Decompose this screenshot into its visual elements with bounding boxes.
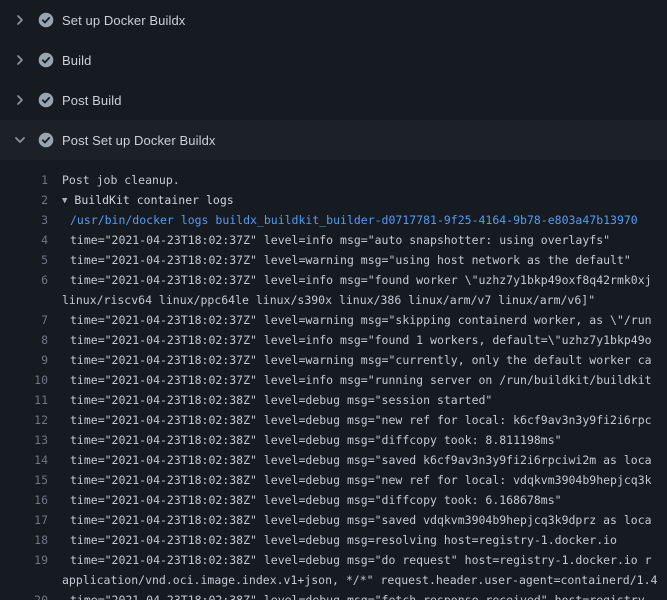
chevron-right-icon[interactable] bbox=[12, 52, 28, 68]
line-number[interactable]: 9 bbox=[0, 350, 62, 370]
log-line: 16time="2021-04-23T18:02:38Z" level=debu… bbox=[0, 490, 667, 510]
line-number[interactable]: 2 bbox=[0, 190, 62, 210]
log-text: linux/riscv64 linux/ppc64le linux/s390x … bbox=[62, 290, 667, 310]
log-text: time="2021-04-23T18:02:37Z" level=info m… bbox=[62, 230, 667, 250]
log-line: 8time="2021-04-23T18:02:37Z" level=info … bbox=[0, 330, 667, 350]
log-group-header[interactable]: ▼ BuildKit container logs bbox=[62, 190, 667, 210]
line-number[interactable]: 17 bbox=[0, 510, 62, 530]
step-title: Post Set up Docker Buildx bbox=[62, 133, 216, 148]
log-line: 13time="2021-04-23T18:02:38Z" level=debu… bbox=[0, 430, 667, 450]
log-text: time="2021-04-23T18:02:38Z" level=debug … bbox=[62, 470, 667, 490]
log-line: 18time="2021-04-23T18:02:38Z" level=debu… bbox=[0, 530, 667, 550]
log-text: time="2021-04-23T18:02:38Z" level=debug … bbox=[62, 550, 667, 570]
log-line: 6time="2021-04-23T18:02:37Z" level=info … bbox=[0, 270, 667, 290]
log-area: 1Post job cleanup.2▼ BuildKit container l… bbox=[0, 160, 667, 600]
check-circle-icon bbox=[38, 132, 54, 148]
line-number[interactable]: 7 bbox=[0, 310, 62, 330]
log-line: application/vnd.oci.image.index.v1+json,… bbox=[0, 570, 667, 590]
line-number[interactable]: 16 bbox=[0, 490, 62, 510]
line-number[interactable]: 10 bbox=[0, 370, 62, 390]
step-section[interactable]: Set up Docker Buildx bbox=[0, 0, 667, 40]
log-text: time="2021-04-23T18:02:37Z" level=warnin… bbox=[62, 250, 667, 270]
line-number bbox=[0, 570, 62, 590]
log-line: 19time="2021-04-23T18:02:38Z" level=debu… bbox=[0, 550, 667, 570]
step-section[interactable]: Build bbox=[0, 40, 667, 80]
line-number[interactable]: 3 bbox=[0, 210, 62, 230]
line-number[interactable]: 4 bbox=[0, 230, 62, 250]
line-number[interactable]: 20 bbox=[0, 590, 62, 600]
log-text: time="2021-04-23T18:02:38Z" level=debug … bbox=[62, 590, 667, 600]
line-number[interactable]: 15 bbox=[0, 470, 62, 490]
log-text: Post job cleanup. bbox=[62, 170, 667, 190]
log-group-label: BuildKit container logs bbox=[74, 193, 233, 207]
log-line: 5time="2021-04-23T18:02:37Z" level=warni… bbox=[0, 250, 667, 270]
log-line: linux/riscv64 linux/ppc64le linux/s390x … bbox=[0, 290, 667, 310]
log-text: time="2021-04-23T18:02:38Z" level=debug … bbox=[62, 450, 667, 470]
log-text: time="2021-04-23T18:02:37Z" level=info m… bbox=[62, 330, 667, 350]
log-text: time="2021-04-23T18:02:38Z" level=debug … bbox=[62, 390, 667, 410]
step-section[interactable]: Post Build bbox=[0, 80, 667, 120]
line-number[interactable]: 5 bbox=[0, 250, 62, 270]
log-line: 20time="2021-04-23T18:02:38Z" level=debu… bbox=[0, 590, 667, 600]
log-line: 9time="2021-04-23T18:02:37Z" level=warni… bbox=[0, 350, 667, 370]
line-number bbox=[0, 290, 62, 310]
line-number[interactable]: 12 bbox=[0, 410, 62, 430]
line-number[interactable]: 8 bbox=[0, 330, 62, 350]
line-number[interactable]: 13 bbox=[0, 430, 62, 450]
step-section-list: Set up Docker Buildx Build Post Build Post … bbox=[0, 0, 667, 160]
log-line: 4time="2021-04-23T18:02:37Z" level=info … bbox=[0, 230, 667, 250]
log-line: 14time="2021-04-23T18:02:38Z" level=debu… bbox=[0, 450, 667, 470]
line-number[interactable]: 6 bbox=[0, 270, 62, 290]
chevron-down-icon[interactable] bbox=[12, 132, 28, 148]
log-text: time="2021-04-23T18:02:38Z" level=debug … bbox=[62, 490, 667, 510]
triangle-down-icon[interactable]: ▼ bbox=[62, 191, 67, 210]
line-number[interactable]: 19 bbox=[0, 550, 62, 570]
step-title: Set up Docker Buildx bbox=[62, 13, 185, 28]
line-number[interactable]: 11 bbox=[0, 390, 62, 410]
log-text: time="2021-04-23T18:02:37Z" level=warnin… bbox=[62, 310, 667, 330]
log-line: 2▼ BuildKit container logs bbox=[0, 190, 667, 210]
log-line: 12time="2021-04-23T18:02:38Z" level=debu… bbox=[0, 410, 667, 430]
log-text: time="2021-04-23T18:02:37Z" level=warnin… bbox=[62, 350, 667, 370]
step-title: Post Build bbox=[62, 93, 122, 108]
step-section[interactable]: Post Set up Docker Buildx bbox=[0, 120, 667, 160]
actions-log-viewer: Set up Docker Buildx Build Post Build Post … bbox=[0, 0, 667, 600]
log-line: 15time="2021-04-23T18:02:38Z" level=debu… bbox=[0, 470, 667, 490]
log-text: application/vnd.oci.image.index.v1+json,… bbox=[62, 570, 667, 590]
step-title: Build bbox=[62, 53, 91, 68]
check-circle-icon bbox=[38, 92, 54, 108]
line-number[interactable]: 18 bbox=[0, 530, 62, 550]
log-line: 11time="2021-04-23T18:02:38Z" level=debu… bbox=[0, 390, 667, 410]
line-number[interactable]: 14 bbox=[0, 450, 62, 470]
check-circle-icon bbox=[38, 12, 54, 28]
log-text: time="2021-04-23T18:02:38Z" level=debug … bbox=[62, 430, 667, 450]
log-command-text: /usr/bin/docker logs buildx_buildkit_bui… bbox=[62, 210, 667, 230]
log-line: 3/usr/bin/docker logs buildx_buildkit_bu… bbox=[0, 210, 667, 230]
log-text: time="2021-04-23T18:02:38Z" level=debug … bbox=[62, 510, 667, 530]
chevron-right-icon[interactable] bbox=[12, 92, 28, 108]
log-text: time="2021-04-23T18:02:37Z" level=info m… bbox=[62, 370, 667, 390]
log-line: 10time="2021-04-23T18:02:37Z" level=info… bbox=[0, 370, 667, 390]
log-line: 1Post job cleanup. bbox=[0, 170, 667, 190]
line-number[interactable]: 1 bbox=[0, 170, 62, 190]
log-line: 17time="2021-04-23T18:02:38Z" level=debu… bbox=[0, 510, 667, 530]
chevron-right-icon[interactable] bbox=[12, 12, 28, 28]
check-circle-icon bbox=[38, 52, 54, 68]
log-line: 7time="2021-04-23T18:02:37Z" level=warni… bbox=[0, 310, 667, 330]
log-text: time="2021-04-23T18:02:38Z" level=debug … bbox=[62, 410, 667, 430]
log-text: time="2021-04-23T18:02:38Z" level=debug … bbox=[62, 530, 667, 550]
log-text: time="2021-04-23T18:02:37Z" level=info m… bbox=[62, 270, 667, 290]
